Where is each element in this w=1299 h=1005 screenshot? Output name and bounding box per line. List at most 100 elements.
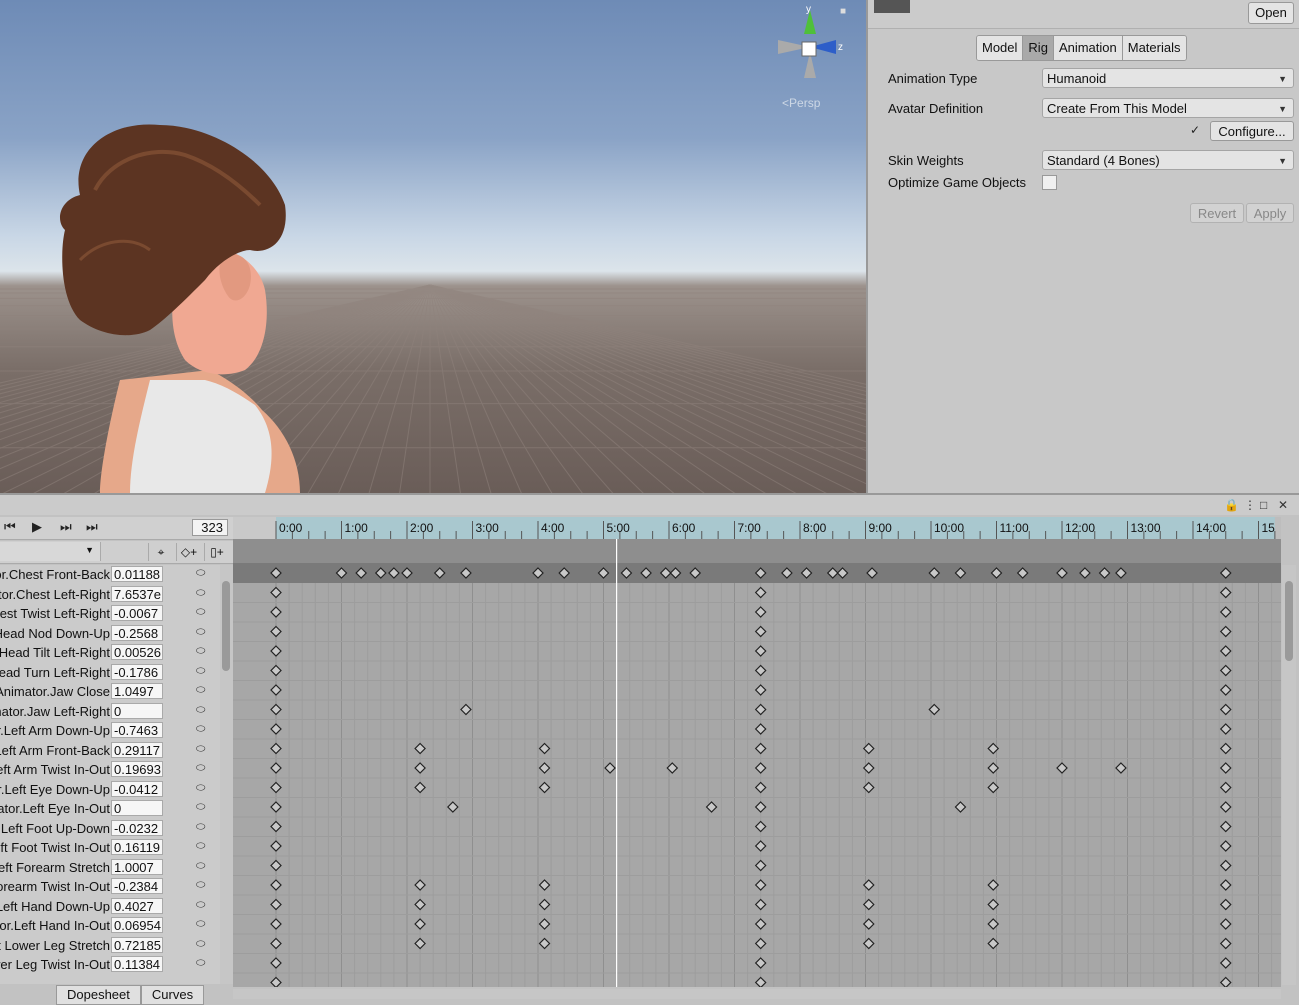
property-value-field[interactable]: 0.72185 [111,936,163,953]
property-row[interactable]: Animator.Jaw Close 1.0497 ⬭ [0,682,220,701]
timeline-horizontal-scrollbar[interactable] [233,989,1281,999]
property-row[interactable]: Animator.Chest Left-Right7.6537e ⬭ [0,585,220,604]
property-value-field[interactable]: 0.4027 [111,897,163,914]
curve-visibility-icon[interactable]: ⬭ [196,645,205,658]
curve-visibility-icon[interactable]: ⬭ [196,665,205,678]
property-row[interactable]: Animator.Chest Twist Left-Right-0.0067 ⬭ [0,604,220,623]
curve-visibility-icon[interactable]: ⬭ [196,801,205,814]
tab-rig[interactable]: Rig [1023,36,1054,60]
property-value-field[interactable]: 0.11384 [111,956,163,972]
next-frame-icon[interactable]: ⏭ [60,519,72,535]
curve-visibility-icon[interactable]: ⬭ [196,684,205,697]
curve-visibility-icon[interactable]: ⬭ [196,899,205,912]
property-row[interactable]: Animator.Jaw Left-Right0 ⬭ [0,702,220,721]
add-event-icon[interactable]: ▯+ [204,543,229,561]
property-row[interactable]: Animator.Left Foot Twist In-Out0.16119 ⬭ [0,838,220,857]
lock-icon[interactable]: ■ [840,6,846,17]
lock-icon[interactable]: 🔒 [1224,498,1239,512]
curve-visibility-icon[interactable]: ⬭ [196,762,205,775]
tab-dopesheet[interactable]: Dopesheet [56,985,141,1005]
timeline-vertical-scrollbar[interactable] [1282,565,1296,985]
property-row[interactable]: Animator.Left Arm Down-Up-0.7463 ⬭ [0,721,220,740]
property-row[interactable]: Animator.Head Nod Down-Up-0.2568 ⬭ [0,624,220,643]
property-value-field[interactable]: 1.0007 [111,858,163,875]
property-value-field[interactable]: -0.0412 [111,780,163,797]
property-value-field[interactable]: 0.00526 [111,644,163,660]
curve-visibility-icon[interactable]: ⬭ [196,879,205,892]
revert-button[interactable]: Revert [1190,203,1244,223]
property-row[interactable]: Animator.Chest Front-Back0.01188 ⬭ [0,565,220,584]
curve-visibility-icon[interactable]: ⬭ [196,840,205,853]
avatar-definition-dropdown[interactable]: Create From This Model ▼ [1042,98,1294,118]
property-row[interactable]: Animator.Left Lower Leg Twist In-Out0.11… [0,955,220,974]
add-keyframe-icon[interactable]: ◇+ [176,543,201,561]
open-button[interactable]: Open [1248,2,1294,24]
property-value-field[interactable]: 0 [111,800,163,816]
animation-window: 🔒 ⋮ □ ✕ ⏮ ▶ ⏭ ⏭ 323 ▼ ⌖ ◇+ ▯+ Animator.C… [0,493,1299,1005]
property-row[interactable]: Animator.Left Lower Leg Stretch0.72185 ⬭ [0,936,220,955]
property-row[interactable]: Animator.Left Hand Down-Up0.4027 ⬭ [0,897,220,916]
property-value-field[interactable]: 1.0497 [111,683,163,699]
filter-keys-icon[interactable]: ⌖ [148,543,173,561]
tab-materials[interactable]: Materials [1122,36,1186,60]
scene-gizmo-icon[interactable]: y z [770,2,850,92]
property-row[interactable]: Animator.Head Turn Left-Right-0.1786 ⬭ [0,663,220,682]
last-frame-icon[interactable]: ⏭ [86,519,98,535]
skin-weights-dropdown[interactable]: Standard (4 Bones) ▼ [1042,150,1294,170]
property-row[interactable]: Animator.Left Arm Front-Back0.29117 ⬭ [0,741,220,760]
property-value-field[interactable]: -0.0232 [111,819,163,836]
property-row[interactable]: Animator.Left Eye Down-Up-0.0412 ⬭ [0,780,220,799]
play-icon[interactable]: ▶ [32,519,42,535]
events-row[interactable] [233,539,1281,563]
maximize-icon[interactable]: □ [1260,498,1267,512]
property-value-field[interactable]: 0.29117 [111,741,163,758]
curve-visibility-icon[interactable]: ⬭ [196,587,205,600]
property-value-field[interactable]: 0.16119 [111,839,163,855]
animation-type-dropdown[interactable]: Humanoid ▼ [1042,68,1294,88]
curve-visibility-icon[interactable]: ⬭ [196,723,205,736]
dopesheet-timeline[interactable]: 0:00 1:00 2:00 3:00 4:00 5:00 6:00 7:00 8:00 9:00… [233,517,1281,987]
property-value-field[interactable]: -0.0067 [111,605,163,621]
tab-animation[interactable]: Animation [1053,36,1123,60]
curve-visibility-icon[interactable]: ⬭ [196,704,205,717]
property-value-field[interactable]: 7.6537e [111,585,163,602]
property-row[interactable]: Animator.Left Eye In-Out0 ⬭ [0,799,220,818]
tab-model[interactable]: Model [977,36,1024,60]
first-frame-icon[interactable]: ⏮ [4,519,16,535]
property-value-field[interactable]: -0.2384 [111,878,163,894]
property-row[interactable]: Animator.Left Forearm Stretch1.0007 ⬭ [0,858,220,877]
property-scrollbar[interactable] [220,565,233,984]
property-value-field[interactable]: -0.2568 [111,624,163,641]
apply-button[interactable]: Apply [1246,203,1294,223]
property-row[interactable]: Animator.Head Tilt Left-Right0.00526 ⬭ [0,643,220,662]
property-row[interactable]: Animator.Left Arm Twist In-Out0.19693 ⬭ [0,760,220,779]
property-row[interactable]: Animator.Left Hand In-Out0.06954 ⬭ [0,916,220,935]
more-menu-icon[interactable]: ⋮ [1244,498,1256,512]
property-value-field[interactable]: 0 [111,702,163,719]
view-mode-label[interactable]: <Persp [782,96,820,110]
curve-visibility-icon[interactable]: ⬭ [196,957,205,970]
curve-visibility-icon[interactable]: ⬭ [196,821,205,834]
curve-visibility-icon[interactable]: ⬭ [196,626,205,639]
curve-visibility-icon[interactable]: ⬭ [196,938,205,951]
property-value-field[interactable]: 0.19693 [111,761,163,777]
close-icon[interactable]: ✕ [1278,498,1288,512]
configure-button[interactable]: Configure... [1210,121,1294,141]
clip-dropdown[interactable]: ▼ [0,542,101,561]
optimize-game-objects-checkbox[interactable] [1042,175,1057,190]
curve-visibility-icon[interactable]: ⬭ [196,743,205,756]
curve-visibility-icon[interactable]: ⬭ [196,567,205,580]
curve-visibility-icon[interactable]: ⬭ [196,606,205,619]
scene-view[interactable]: y z ■ <Persp [0,0,866,493]
property-value-field[interactable]: 0.01188 [111,566,163,582]
frame-input[interactable]: 323 [192,519,228,536]
curve-visibility-icon[interactable]: ⬭ [196,918,205,931]
property-value-field[interactable]: -0.7463 [111,722,163,738]
property-value-field[interactable]: 0.06954 [111,917,163,933]
property-row[interactable]: Animator.Left Foot Up-Down-0.0232 ⬭ [0,819,220,838]
property-value-field[interactable]: -0.1786 [111,663,163,680]
tab-curves[interactable]: Curves [140,985,205,1005]
curve-visibility-icon[interactable]: ⬭ [196,860,205,873]
property-row[interactable]: Animator.Left Forearm Twist In-Out-0.238… [0,877,220,896]
curve-visibility-icon[interactable]: ⬭ [196,782,205,795]
